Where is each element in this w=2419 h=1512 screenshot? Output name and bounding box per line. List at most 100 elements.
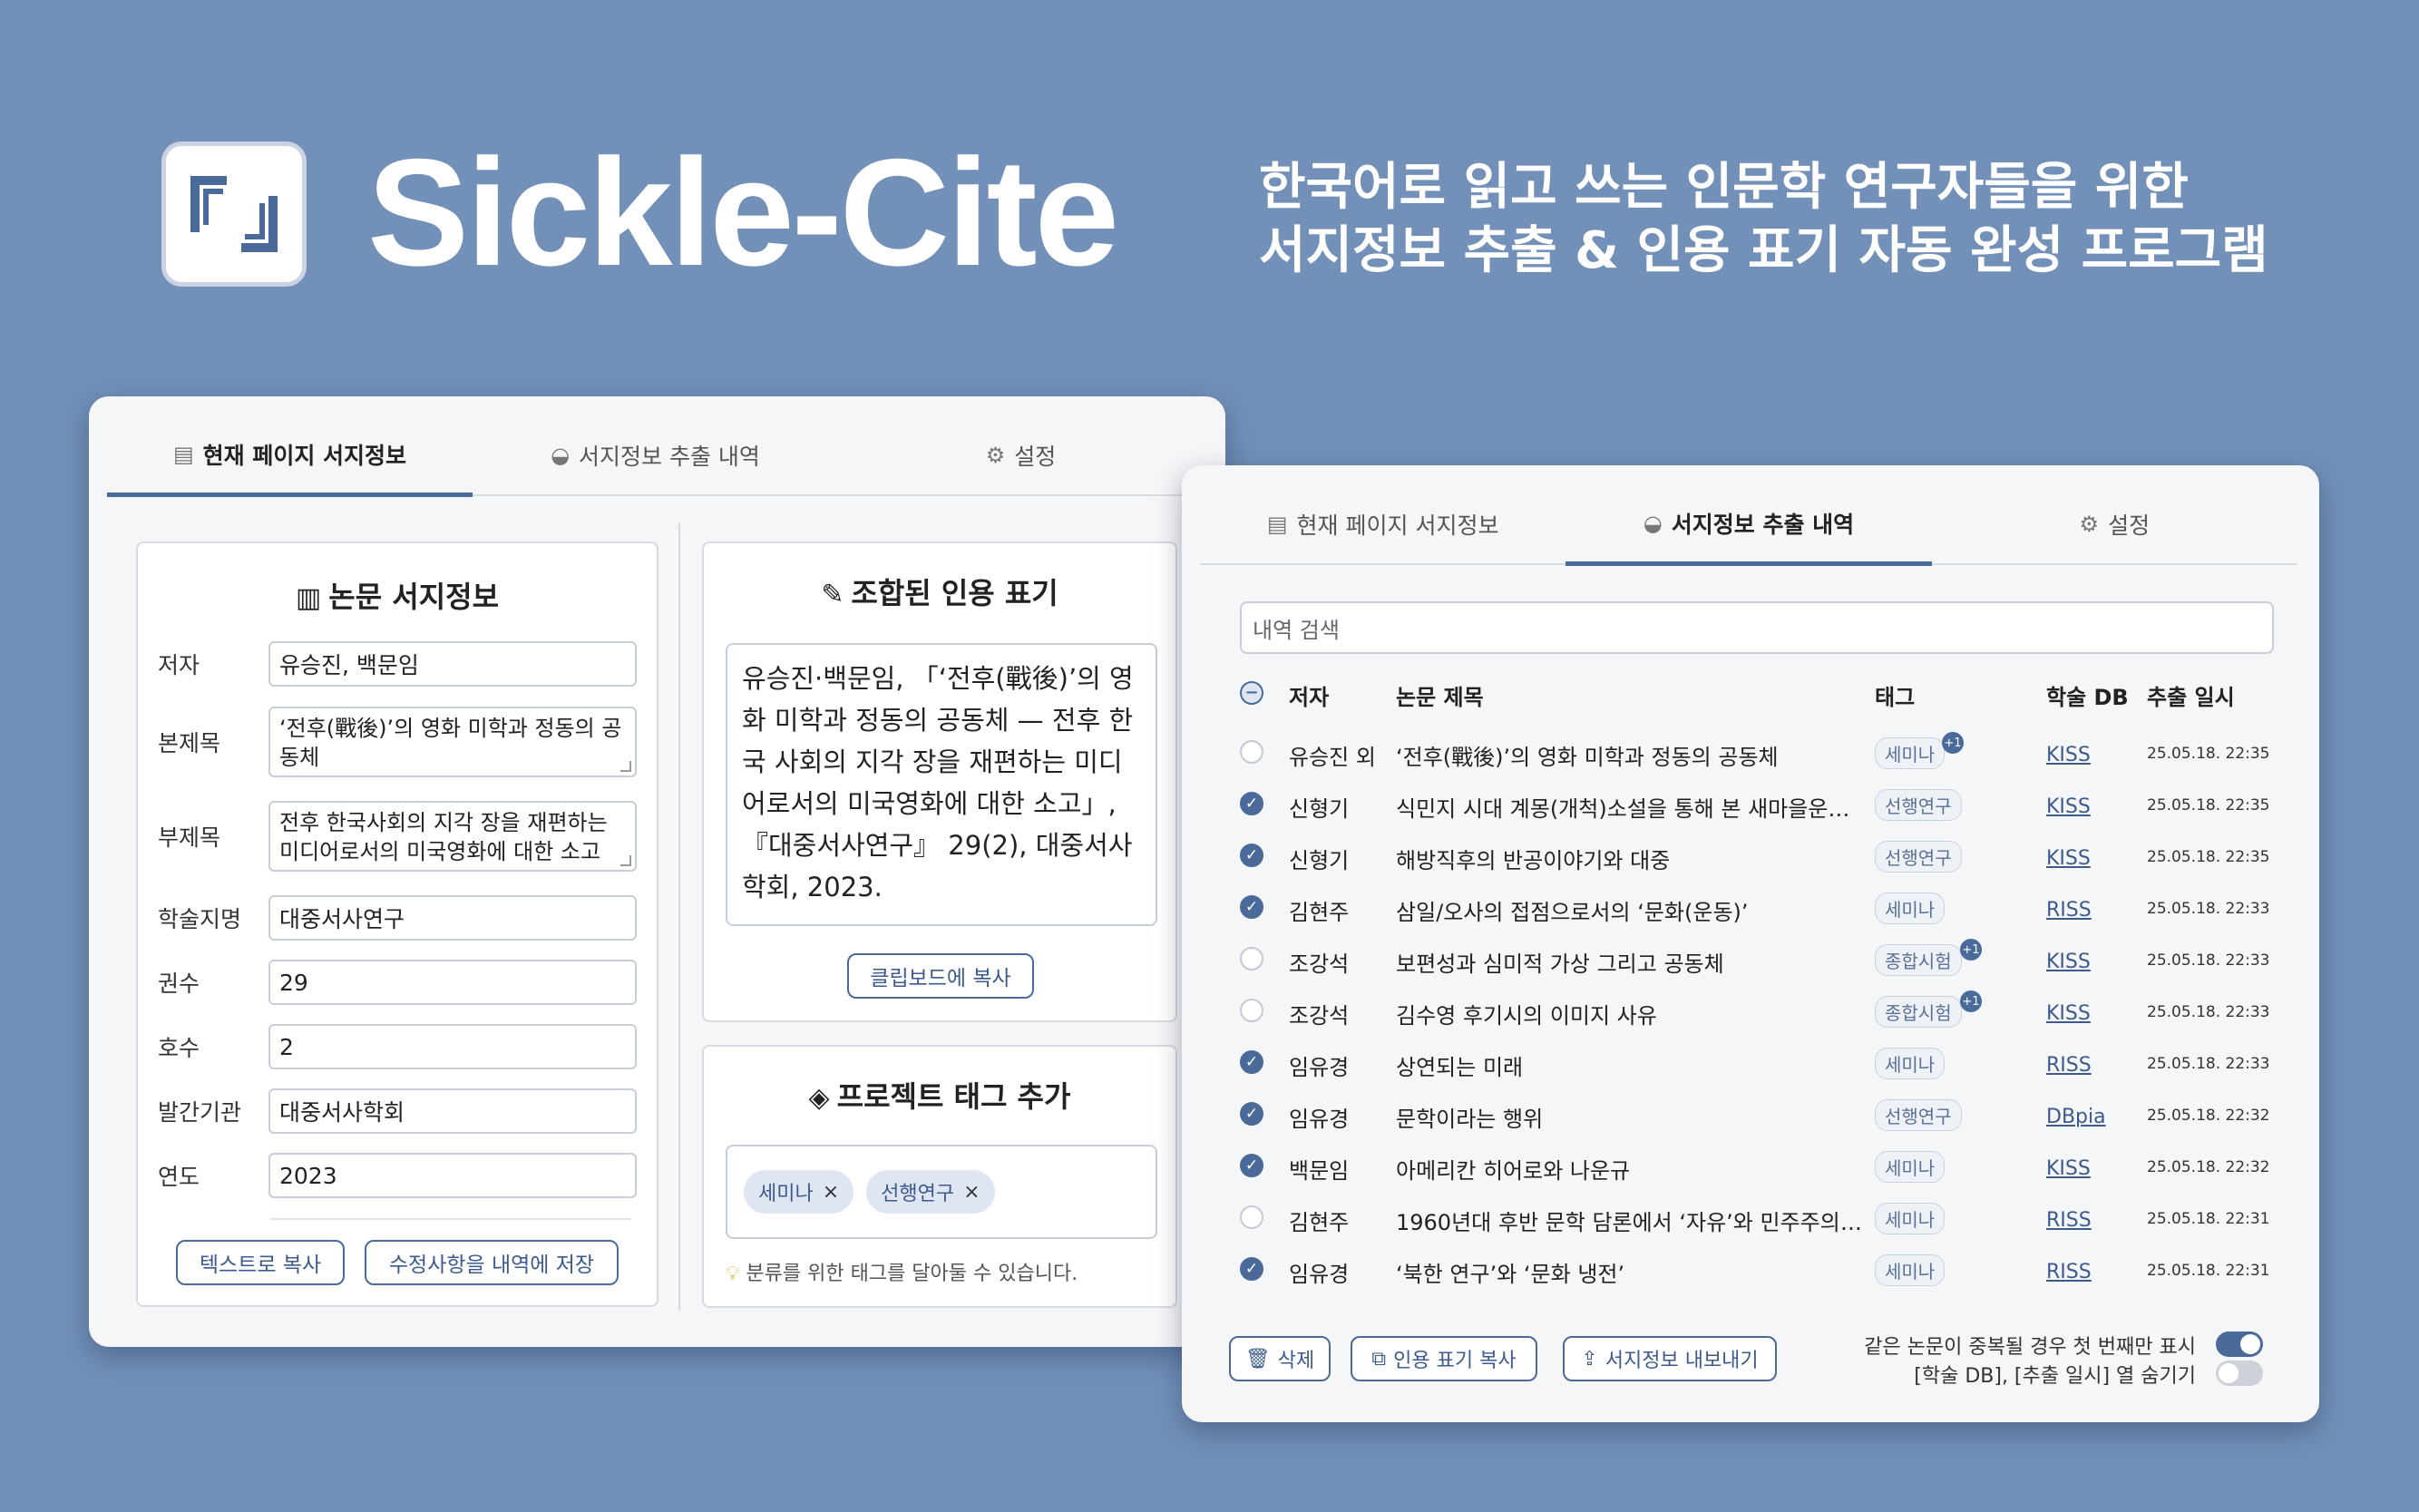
col-title[interactable]: 논문 제목	[1396, 679, 1864, 711]
row-title[interactable]: 문학이라는 행위	[1396, 1101, 1864, 1133]
row-tag[interactable]: 선행연구	[1875, 841, 1962, 873]
row-title[interactable]: 김수영 후기시의 이미지 사유	[1396, 998, 1864, 1029]
row-title[interactable]: 1960년대 후반 문학 담론에서 ‘자유’와 민주주의…	[1396, 1205, 1864, 1236]
row-checkbox[interactable]: ✓	[1240, 1154, 1263, 1177]
row-title[interactable]: 아메리칸 히어로와 나운규	[1396, 1153, 1864, 1185]
journal-input[interactable]: 대중서사연구	[268, 895, 637, 941]
row-db-link[interactable]: DBpia	[2046, 1103, 2106, 1128]
year-input[interactable]: 2023	[268, 1153, 637, 1198]
dedupe-toggle[interactable]	[2216, 1332, 2263, 1357]
col-author[interactable]: 저자	[1289, 679, 1329, 711]
row-checkbox[interactable]: ✓	[1240, 1257, 1263, 1281]
volume-input[interactable]: 29	[268, 960, 637, 1005]
row-checkbox[interactable]: ✓	[1240, 1102, 1263, 1126]
tab-current-page[interactable]: ▤ 현재 페이지 서지정보	[1200, 465, 1566, 563]
row-db-link[interactable]: KISS	[2046, 741, 2091, 766]
row-checkbox[interactable]: ✓	[1240, 792, 1263, 815]
export-button[interactable]: ⇪ 서지정보 내보내기	[1563, 1336, 1777, 1381]
row-tag[interactable]: 세미나	[1875, 1151, 1946, 1183]
row-tag[interactable]: 세미나 +1	[1875, 732, 1964, 769]
row-tag[interactable]: 종합시험 +1	[1875, 990, 1982, 1028]
col-tag[interactable]: 태그	[1875, 679, 1915, 711]
copy-citation-button[interactable]: ⧉ 인용 표기 복사	[1351, 1336, 1537, 1381]
row-db-link[interactable]: KISS	[2046, 948, 2091, 973]
row-tag[interactable]: 세미나	[1875, 1048, 1946, 1079]
row-title[interactable]: 삼일/오사의 접점으로서의 ‘문화(운동)’	[1396, 894, 1864, 926]
remove-tag-icon[interactable]: ×	[823, 1181, 839, 1204]
table-row[interactable]: ✓ 임유경 문학이라는 행위 선행연구 DBpia 25.05.18. 22:32	[1240, 1096, 2283, 1132]
row-author: 신형기	[1289, 848, 1350, 873]
gear-icon: ⚙	[2079, 512, 2100, 537]
tag-input-box[interactable]: 세미나 × 선행연구 ×	[726, 1145, 1157, 1239]
table-row[interactable]: ✓ 신형기 식민지 시대 계몽(개척)소설을 통해 본 새마을운동 … 선행연구 KIS…	[1240, 785, 2283, 822]
subtitle-textarea[interactable]: 전후 한국사회의 지각 장을 재편하는 미디어로서의 미국영화에 대한 소고	[268, 801, 637, 872]
gear-icon: ⚙	[985, 443, 1006, 468]
row-title[interactable]: ‘전후(戰後)’의 영화 미학과 정동의 공동체	[1396, 739, 1864, 771]
row-checkbox[interactable]	[1240, 947, 1263, 971]
row-db-link[interactable]: KISS	[2046, 1155, 2091, 1180]
row-db-link[interactable]: KISS	[2046, 844, 2091, 870]
row-title[interactable]: 식민지 시대 계몽(개척)소설을 통해 본 새마을운동 …	[1396, 791, 1864, 823]
row-tag[interactable]: 세미나	[1875, 1203, 1946, 1234]
row-db-link[interactable]: KISS	[2046, 793, 2091, 818]
table-row[interactable]: ✓ 김현주 삼일/오사의 접점으로서의 ‘문화(운동)’ 세미나 RISS 25.05.1…	[1240, 889, 2283, 925]
history-search-input[interactable]: 내역 검색	[1240, 601, 2274, 654]
table-row[interactable]: ✓ 임유경 ‘북한 연구’와 ‘문화 냉전’ 세미나 RISS 25.05.18. 22:…	[1240, 1251, 2283, 1287]
row-db-link[interactable]: RISS	[2046, 1051, 2092, 1077]
row-title[interactable]: 상연되는 미래	[1396, 1049, 1864, 1081]
hide-cols-toggle[interactable]	[2216, 1361, 2263, 1386]
field-subtitle: 부제목 전후 한국사회의 지각 장을 재편하는 미디어로서의 미국영화에 대한 …	[158, 801, 637, 872]
row-author: 조강석	[1289, 951, 1350, 977]
author-input[interactable]: 유승진, 백문임	[268, 641, 637, 687]
issue-input[interactable]: 2	[268, 1024, 637, 1069]
table-row[interactable]: 조강석 보편성과 심미적 가상 그리고 공동체 종합시험 +1 KISS 25.05.18…	[1240, 939, 2283, 978]
extra-tag-badge: +1	[1960, 939, 1982, 961]
table-row[interactable]: 유승진 외 ‘전후(戰後)’의 영화 미학과 정동의 공동체 세미나 +1 KISS 25…	[1240, 732, 2283, 771]
remove-tag-icon[interactable]: ×	[963, 1181, 980, 1204]
row-author: 임유경	[1289, 1055, 1350, 1080]
select-all-checkbox[interactable]: −	[1240, 681, 1263, 705]
row-db-link[interactable]: RISS	[2046, 1206, 2092, 1232]
table-row[interactable]: ✓ 신형기 해방직후의 반공이야기와 대중 선행연구 KISS 25.05.18. 22:…	[1240, 837, 2283, 873]
tab-settings[interactable]: ⚙ 설정	[838, 396, 1204, 494]
row-tag[interactable]: 세미나	[1875, 893, 1946, 924]
row-tag[interactable]: 선행연구	[1875, 1099, 1962, 1131]
tab-history[interactable]: ◒ 서지정보 추출 내역	[473, 396, 838, 494]
tab-current-page[interactable]: ▤ 현재 페이지 서지정보	[107, 396, 473, 497]
table-row[interactable]: ✓ 임유경 상연되는 미래 세미나 RISS 25.05.18. 22:33	[1240, 1044, 2283, 1080]
save-to-history-button[interactable]: 수정사항을 내역에 저장	[365, 1240, 619, 1285]
row-title[interactable]: 해방직후의 반공이야기와 대중	[1396, 843, 1864, 874]
publisher-input[interactable]: 대중서사학회	[268, 1088, 637, 1134]
tab-settings[interactable]: ⚙ 설정	[1932, 465, 2297, 563]
table-row[interactable]: 조강석 김수영 후기시의 이미지 사유 종합시험 +1 KISS 25.05.18. 22…	[1240, 990, 2283, 1029]
extra-tag-badge: +1	[1960, 990, 1982, 1012]
row-checkbox[interactable]: ✓	[1240, 895, 1263, 919]
row-tag[interactable]: 선행연구	[1875, 789, 1962, 821]
row-tag[interactable]: 종합시험 +1	[1875, 939, 1982, 976]
row-db-link[interactable]: RISS	[2046, 1258, 2092, 1283]
citation-output[interactable]: 유승진·백문임, 「‘전후(戰後)’의 영화 미학과 정동의 공동체 — 전후 …	[726, 643, 1157, 926]
tab-history[interactable]: ◒ 서지정보 추출 내역	[1566, 465, 1932, 566]
col-db[interactable]: 학술 DB	[2046, 679, 2129, 711]
check-icon: ✓	[1240, 1050, 1263, 1074]
main-title-textarea[interactable]: ‘전후(戰後)’의 영화 미학과 정동의 공동체	[268, 707, 637, 777]
row-title[interactable]: 보편성과 심미적 가상 그리고 공동체	[1396, 946, 1864, 978]
row-checkbox[interactable]: ✓	[1240, 844, 1263, 867]
tab-bar: ▤ 현재 페이지 서지정보 ◒ 서지정보 추출 내역 ⚙ 설정	[1200, 465, 2297, 566]
row-title[interactable]: ‘북한 연구’와 ‘문화 냉전’	[1396, 1256, 1864, 1288]
row-db-link[interactable]: KISS	[2046, 1000, 2091, 1025]
copy-to-clipboard-button[interactable]: 클립보드에 복사	[847, 953, 1034, 999]
row-author: 김현주	[1289, 900, 1350, 925]
delete-button[interactable]: 🗑︎ 삭제	[1229, 1336, 1331, 1381]
table-row[interactable]: 김현주 1960년대 후반 문학 담론에서 ‘자유’와 민주주의… 세미나 RISS 2…	[1240, 1199, 2283, 1235]
row-db-link[interactable]: RISS	[2046, 896, 2092, 922]
row-checkbox[interactable]: ✓	[1240, 1050, 1263, 1074]
table-row[interactable]: ✓ 백문임 아메리칸 히어로와 나운규 세미나 KISS 25.05.18. 22:32	[1240, 1147, 2283, 1184]
col-date[interactable]: 추출 일시	[2147, 679, 2235, 711]
row-tag[interactable]: 세미나	[1875, 1254, 1946, 1286]
copy-icon: ⧉	[1371, 1347, 1387, 1371]
row-checkbox[interactable]	[1240, 999, 1263, 1022]
row-checkbox[interactable]	[1240, 1205, 1263, 1229]
row-checkbox[interactable]	[1240, 740, 1263, 764]
copy-as-text-button[interactable]: 텍스트로 복사	[176, 1240, 345, 1285]
